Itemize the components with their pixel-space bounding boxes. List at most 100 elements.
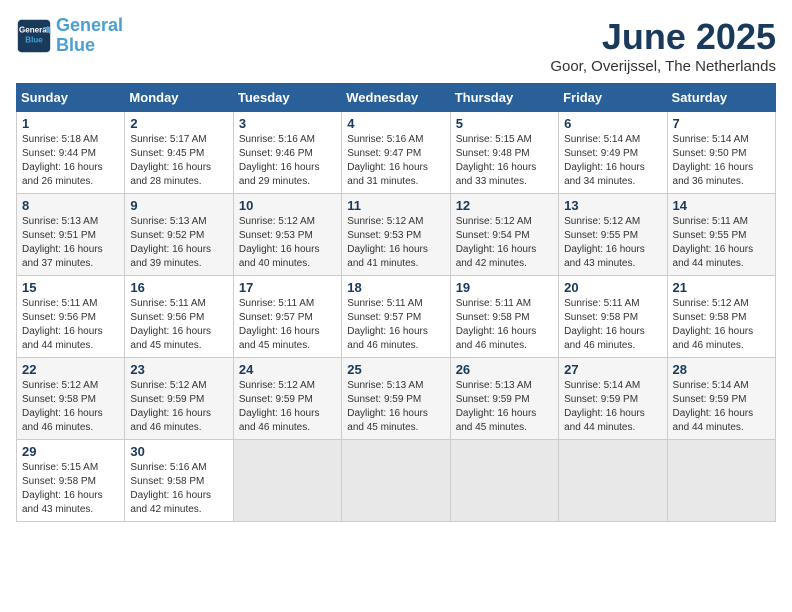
- day-number: 12: [456, 198, 553, 213]
- calendar-cell: 7 Sunrise: 5:14 AM Sunset: 9:50 PM Daylig…: [667, 112, 775, 194]
- calendar-cell: 10 Sunrise: 5:12 AM Sunset: 9:53 PM Dayli…: [233, 194, 341, 276]
- day-number: 29: [22, 444, 119, 459]
- weekday-header-monday: Monday: [125, 84, 233, 112]
- day-info: Sunrise: 5:11 AM Sunset: 9:56 PM Dayligh…: [130, 297, 227, 353]
- day-number: 27: [564, 362, 661, 377]
- calendar-cell: [450, 440, 558, 522]
- calendar-cell: 28 Sunrise: 5:14 AM Sunset: 9:59 PM Dayli…: [667, 358, 775, 440]
- day-number: 17: [239, 280, 336, 295]
- day-number: 4: [347, 116, 444, 131]
- week-row-4: 22 Sunrise: 5:12 AM Sunset: 9:58 PM Dayli…: [17, 358, 776, 440]
- day-info: Sunrise: 5:12 AM Sunset: 9:58 PM Dayligh…: [22, 379, 119, 435]
- day-info: Sunrise: 5:12 AM Sunset: 9:55 PM Dayligh…: [564, 215, 661, 271]
- week-row-2: 8 Sunrise: 5:13 AM Sunset: 9:51 PM Daylig…: [17, 194, 776, 276]
- calendar-cell: 3Sunrise: 5:16 AM Sunset: 9:46 PM Daylig…: [233, 112, 341, 194]
- day-number: 28: [673, 362, 770, 377]
- logo-line2: Blue: [56, 35, 95, 55]
- day-info: Sunrise: 5:13 AM Sunset: 9:59 PM Dayligh…: [347, 379, 444, 435]
- calendar-cell: 13 Sunrise: 5:12 AM Sunset: 9:55 PM Dayli…: [559, 194, 667, 276]
- day-number: 23: [130, 362, 227, 377]
- calendar-cell: 16 Sunrise: 5:11 AM Sunset: 9:56 PM Dayli…: [125, 276, 233, 358]
- weekday-header-thursday: Thursday: [450, 84, 558, 112]
- month-title: June 2025: [550, 16, 776, 58]
- day-info: Sunrise: 5:13 AM Sunset: 9:59 PM Dayligh…: [456, 379, 553, 435]
- day-info: Sunrise: 5:16 AM Sunset: 9:47 PM Dayligh…: [347, 133, 444, 189]
- day-info: Sunrise: 5:11 AM Sunset: 9:57 PM Dayligh…: [239, 297, 336, 353]
- day-info: Sunrise: 5:14 AM Sunset: 9:59 PM Dayligh…: [673, 379, 770, 435]
- day-number: 22: [22, 362, 119, 377]
- day-number: 2: [130, 116, 227, 131]
- calendar-cell: 29 Sunrise: 5:15 AM Sunset: 9:58 PM Dayli…: [17, 440, 125, 522]
- calendar-cell: [233, 440, 341, 522]
- day-number: 14: [673, 198, 770, 213]
- day-info: Sunrise: 5:12 AM Sunset: 9:53 PM Dayligh…: [239, 215, 336, 271]
- day-number: 13: [564, 198, 661, 213]
- day-number: 9: [130, 198, 227, 213]
- title-area: June 2025 Goor, Overijssel, The Netherla…: [550, 16, 776, 75]
- week-row-5: 29 Sunrise: 5:15 AM Sunset: 9:58 PM Dayli…: [17, 440, 776, 522]
- day-info: Sunrise: 5:13 AM Sunset: 9:52 PM Dayligh…: [130, 215, 227, 271]
- day-number: 24: [239, 362, 336, 377]
- day-number: 11: [347, 198, 444, 213]
- day-info: Sunrise: 5:14 AM Sunset: 9:59 PM Dayligh…: [564, 379, 661, 435]
- day-number: 1: [22, 116, 119, 131]
- day-number: 20: [564, 280, 661, 295]
- calendar-cell: 26 Sunrise: 5:13 AM Sunset: 9:59 PM Dayli…: [450, 358, 558, 440]
- weekday-header-row: SundayMondayTuesdayWednesdayThursdayFrid…: [17, 84, 776, 112]
- day-number: 10: [239, 198, 336, 213]
- day-info: Sunrise: 5:12 AM Sunset: 9:54 PM Dayligh…: [456, 215, 553, 271]
- svg-text:General: General: [19, 25, 49, 34]
- calendar-cell: 2 Sunrise: 5:17 AM Sunset: 9:45 PM Daylig…: [125, 112, 233, 194]
- calendar-cell: 21 Sunrise: 5:12 AM Sunset: 9:58 PM Dayli…: [667, 276, 775, 358]
- day-info: Sunrise: 5:17 AM Sunset: 9:45 PM Dayligh…: [130, 133, 227, 189]
- day-number: 15: [22, 280, 119, 295]
- day-info: Sunrise: 5:18 AM Sunset: 9:44 PM Dayligh…: [22, 133, 119, 189]
- week-row-3: 15 Sunrise: 5:11 AM Sunset: 9:56 PM Dayli…: [17, 276, 776, 358]
- day-number: 21: [673, 280, 770, 295]
- day-number: 16: [130, 280, 227, 295]
- day-info: Sunrise: 5:16 AM Sunset: 9:46 PM Dayligh…: [239, 133, 336, 189]
- day-number: 6: [564, 116, 661, 131]
- weekday-header-wednesday: Wednesday: [342, 84, 450, 112]
- calendar-cell: 6Sunrise: 5:14 AM Sunset: 9:49 PM Daylig…: [559, 112, 667, 194]
- calendar-cell: 4 Sunrise: 5:16 AM Sunset: 9:47 PM Daylig…: [342, 112, 450, 194]
- day-info: Sunrise: 5:15 AM Sunset: 9:58 PM Dayligh…: [22, 461, 119, 517]
- weekday-header-tuesday: Tuesday: [233, 84, 341, 112]
- day-info: Sunrise: 5:11 AM Sunset: 9:57 PM Dayligh…: [347, 297, 444, 353]
- day-info: Sunrise: 5:12 AM Sunset: 9:59 PM Dayligh…: [130, 379, 227, 435]
- calendar-cell: 23 Sunrise: 5:12 AM Sunset: 9:59 PM Dayli…: [125, 358, 233, 440]
- day-info: Sunrise: 5:11 AM Sunset: 9:56 PM Dayligh…: [22, 297, 119, 353]
- calendar-cell: 17 Sunrise: 5:11 AM Sunset: 9:57 PM Dayli…: [233, 276, 341, 358]
- calendar: SundayMondayTuesdayWednesdayThursdayFrid…: [16, 83, 776, 522]
- calendar-cell: 15 Sunrise: 5:11 AM Sunset: 9:56 PM Dayli…: [17, 276, 125, 358]
- calendar-cell: 24Sunrise: 5:12 AM Sunset: 9:59 PM Dayli…: [233, 358, 341, 440]
- calendar-cell: [342, 440, 450, 522]
- weekday-header-friday: Friday: [559, 84, 667, 112]
- day-info: Sunrise: 5:16 AM Sunset: 9:58 PM Dayligh…: [130, 461, 227, 517]
- day-number: 25: [347, 362, 444, 377]
- day-number: 26: [456, 362, 553, 377]
- calendar-cell: 22 Sunrise: 5:12 AM Sunset: 9:58 PM Dayli…: [17, 358, 125, 440]
- calendar-cell: 19Sunrise: 5:11 AM Sunset: 9:58 PM Dayli…: [450, 276, 558, 358]
- location-title: Goor, Overijssel, The Netherlands: [550, 58, 776, 75]
- day-number: 7: [673, 116, 770, 131]
- calendar-cell: 14 Sunrise: 5:11 AM Sunset: 9:55 PM Dayli…: [667, 194, 775, 276]
- day-info: Sunrise: 5:11 AM Sunset: 9:58 PM Dayligh…: [564, 297, 661, 353]
- week-row-1: 1 Sunrise: 5:18 AM Sunset: 9:44 PM Daylig…: [17, 112, 776, 194]
- day-info: Sunrise: 5:14 AM Sunset: 9:50 PM Dayligh…: [673, 133, 770, 189]
- calendar-cell: 8 Sunrise: 5:13 AM Sunset: 9:51 PM Daylig…: [17, 194, 125, 276]
- day-info: Sunrise: 5:12 AM Sunset: 9:58 PM Dayligh…: [673, 297, 770, 353]
- day-info: Sunrise: 5:13 AM Sunset: 9:51 PM Dayligh…: [22, 215, 119, 271]
- logo-line1: General: [56, 15, 123, 35]
- weekday-header-sunday: Sunday: [17, 84, 125, 112]
- calendar-cell: 11 Sunrise: 5:12 AM Sunset: 9:53 PM Dayli…: [342, 194, 450, 276]
- day-number: 30: [130, 444, 227, 459]
- calendar-cell: 5Sunrise: 5:15 AM Sunset: 9:48 PM Daylig…: [450, 112, 558, 194]
- day-info: Sunrise: 5:11 AM Sunset: 9:55 PM Dayligh…: [673, 215, 770, 271]
- calendar-cell: 1 Sunrise: 5:18 AM Sunset: 9:44 PM Daylig…: [17, 112, 125, 194]
- calendar-cell: 18Sunrise: 5:11 AM Sunset: 9:57 PM Dayli…: [342, 276, 450, 358]
- calendar-cell: [559, 440, 667, 522]
- calendar-cell: 30 Sunrise: 5:16 AM Sunset: 9:58 PM Dayli…: [125, 440, 233, 522]
- day-number: 8: [22, 198, 119, 213]
- day-info: Sunrise: 5:12 AM Sunset: 9:53 PM Dayligh…: [347, 215, 444, 271]
